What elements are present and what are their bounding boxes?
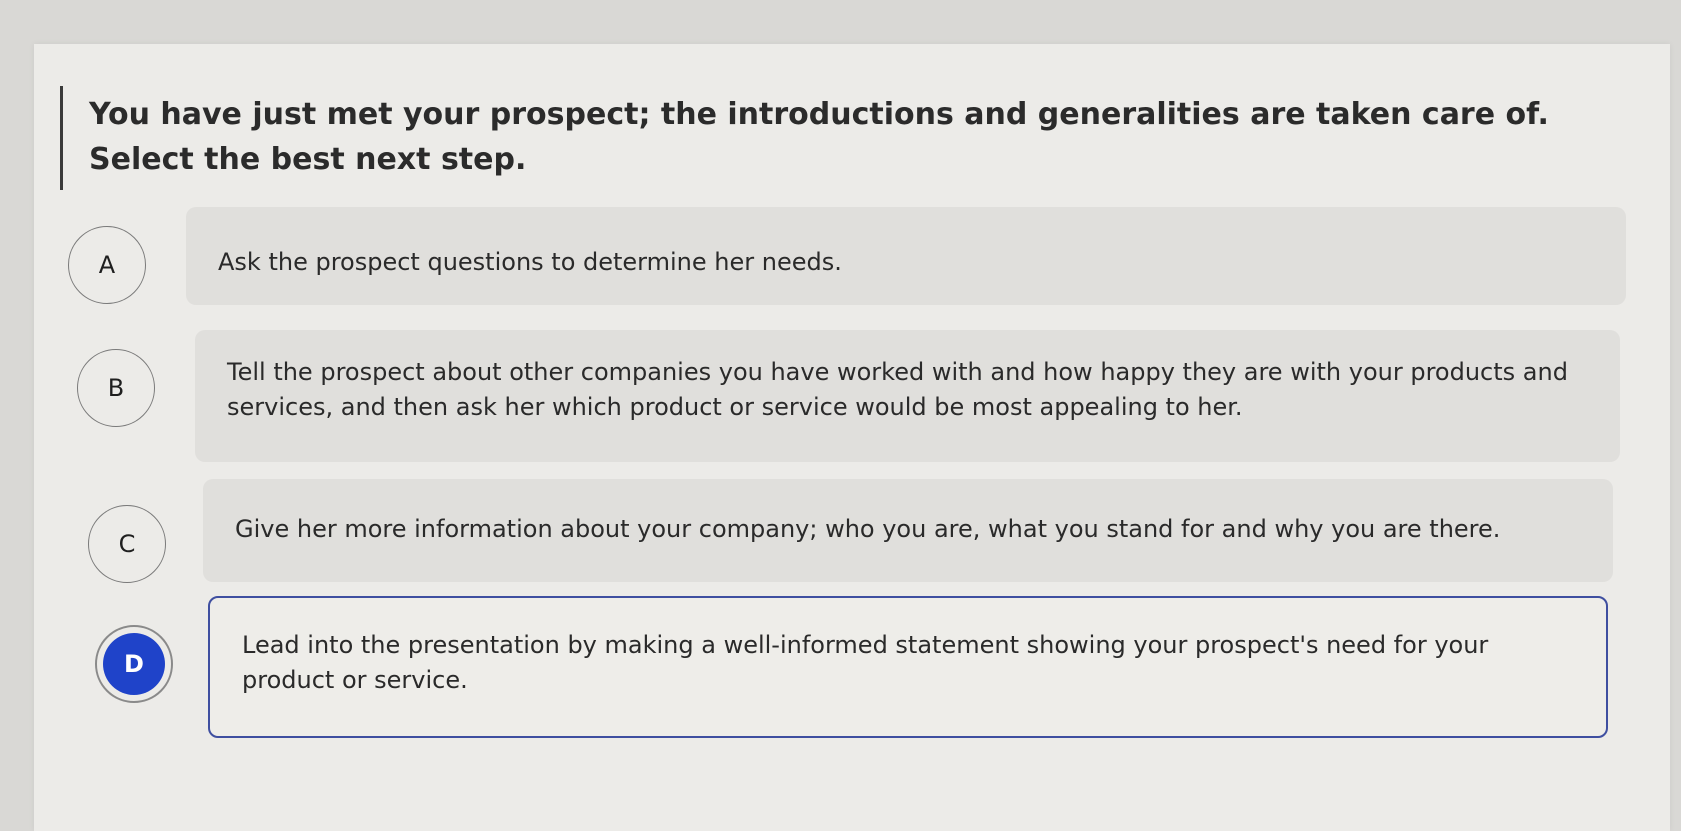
option-d-label: Lead into the presentation by making a w…	[242, 631, 1489, 694]
option-b-button[interactable]: Tell the prospect about other companies …	[195, 330, 1620, 462]
option-a-radio[interactable]: A	[68, 226, 146, 304]
option-b-letter: B	[107, 374, 125, 402]
option-c-letter: C	[118, 530, 136, 558]
question-text: You have just met your prospect; the int…	[89, 97, 1549, 177]
option-d-button[interactable]: Lead into the presentation by making a w…	[208, 596, 1608, 738]
question-prompt: You have just met your prospect; the int…	[60, 86, 1649, 190]
selected-indicator: D	[103, 633, 165, 695]
option-c-label: Give her more information about your com…	[235, 515, 1501, 543]
option-b-label: Tell the prospect about other companies …	[227, 358, 1568, 421]
option-a-letter: A	[98, 251, 116, 279]
option-a-button[interactable]: Ask the prospect questions to determine …	[186, 207, 1626, 305]
option-d-letter: D	[124, 650, 144, 678]
option-a-label: Ask the prospect questions to determine …	[218, 248, 842, 276]
option-c-radio[interactable]: C	[88, 505, 166, 583]
option-c-button[interactable]: Give her more information about your com…	[203, 479, 1613, 582]
option-d-radio[interactable]: D	[95, 625, 173, 703]
option-b-radio[interactable]: B	[77, 349, 155, 427]
